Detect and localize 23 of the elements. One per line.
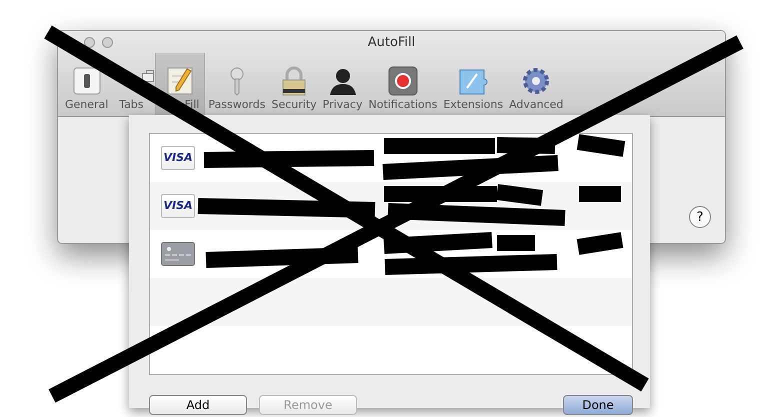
help-button[interactable]: ?	[689, 206, 711, 228]
switch-icon	[72, 66, 102, 96]
visa-card-logo: VISA	[161, 146, 195, 170]
credit-card-icon	[161, 242, 195, 266]
record-icon	[388, 66, 418, 96]
toolbar-tab[interactable]: Passwords	[205, 53, 268, 116]
toolbar-tab[interactable]: Security	[268, 53, 320, 116]
toolbar-tab[interactable]: Notifications	[365, 53, 440, 116]
silhouette-icon	[328, 66, 358, 96]
tabs-icon	[142, 70, 154, 82]
gear-icon	[521, 66, 552, 96]
toolbar-tab[interactable]: Advanced	[506, 53, 566, 116]
visa-card-logo: VISA	[161, 194, 195, 218]
toolbar-tab[interactable]: Privacy	[320, 53, 366, 116]
pencil-form-icon	[165, 66, 196, 96]
minimize-button[interactable]	[84, 36, 95, 48]
window-title: AutoFill	[368, 34, 416, 50]
dialog-button[interactable]: Add	[149, 395, 247, 415]
toolbar-tab[interactable]: Extensions	[440, 53, 506, 116]
dialog-button[interactable]: Done	[563, 395, 633, 415]
toolbar-tab[interactable]: Tabs	[111, 53, 152, 116]
toolbar-tab[interactable]: General	[62, 53, 112, 116]
card-row[interactable]: VISA	[150, 134, 632, 182]
